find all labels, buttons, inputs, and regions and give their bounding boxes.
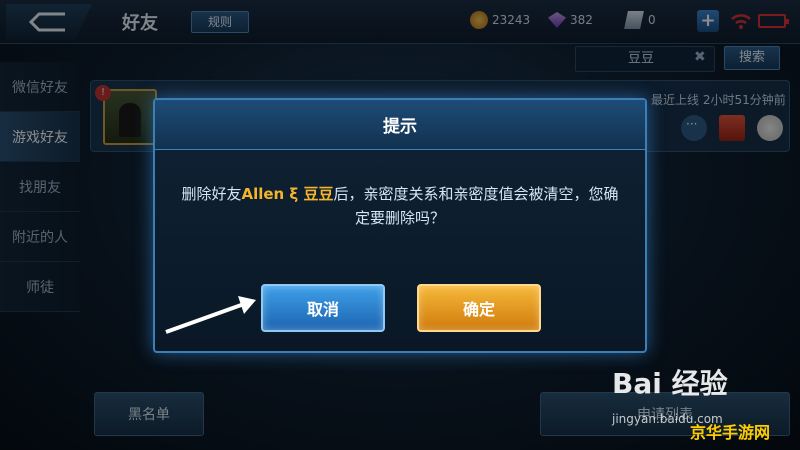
confirm-button[interactable]: 确定 — [417, 284, 541, 332]
dialog-message: 删除好友Allen ξ 豆豆后，亲密度关系和亲密度值会被清空，您确定要删除吗？ — [175, 182, 625, 230]
annotation-arrow-icon — [165, 296, 256, 334]
friend-name: Allen ξ 豆豆 — [241, 185, 334, 203]
site-watermark: 京华手游网 — [690, 423, 771, 442]
dialog-title: 提示 — [155, 100, 645, 150]
message-prefix: 删除好友 — [181, 185, 242, 203]
baidu-watermark: Bai 经验 — [612, 367, 728, 400]
message-suffix: 后，亲密度关系和亲密度值会被清空，您确定要删除吗？ — [333, 185, 619, 227]
cancel-button[interactable]: 取消 — [261, 284, 385, 332]
